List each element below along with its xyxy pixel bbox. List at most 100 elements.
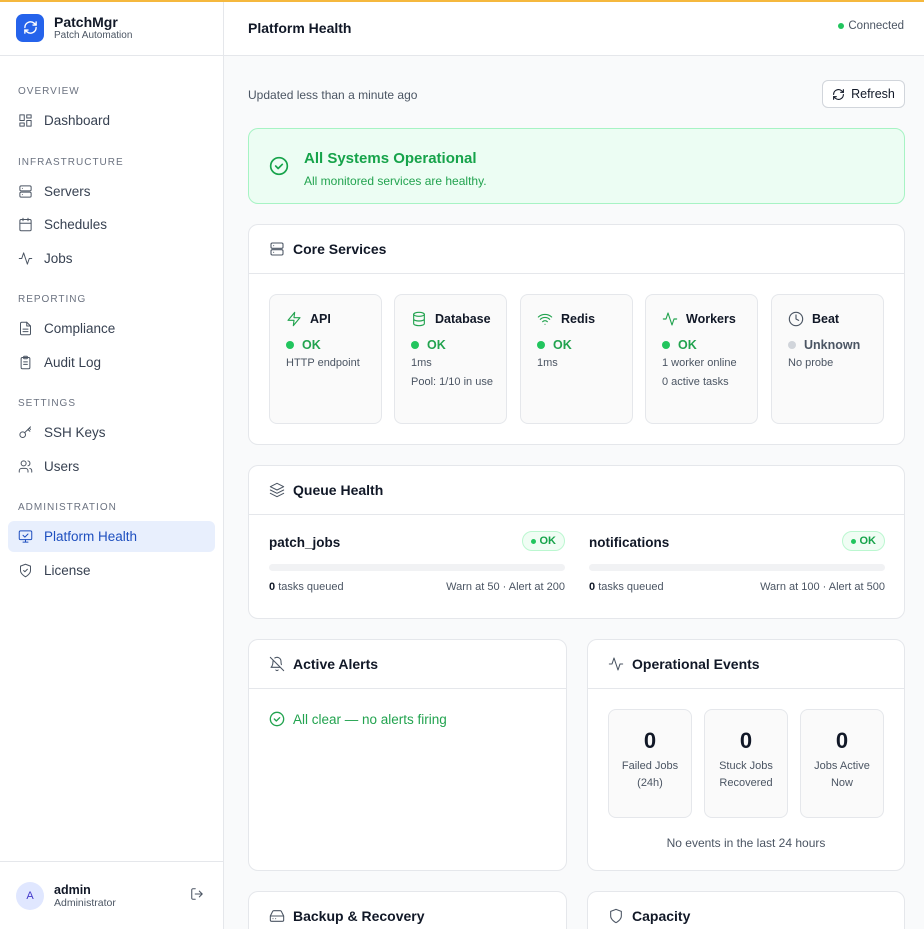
operational-events-header: Operational Events: [588, 640, 904, 689]
status-dot-icon: [838, 23, 845, 29]
refresh-label: Refresh: [851, 87, 895, 101]
service-card-redis: Redis OK 1ms: [520, 294, 633, 424]
operational-events-card: Operational Events 0 Failed Jobs (24h) 0…: [587, 639, 905, 871]
status-badge: OK: [841, 531, 885, 551]
check-circle-icon: [269, 156, 289, 176]
connection-status: Connected: [838, 20, 904, 32]
wifi-icon: [537, 313, 553, 325]
page-title: Platform Health: [248, 19, 352, 36]
queue-name: patch_jobs: [269, 535, 341, 550]
overall-status-subtitle: All monitored services are healthy.: [304, 174, 487, 188]
clipboard-list-icon: [20, 355, 31, 370]
key-icon: [19, 426, 31, 438]
sidebar-item-platform-health[interactable]: Platform Health: [8, 521, 215, 552]
sidebar-item-label: Servers: [44, 184, 91, 199]
calendar-icon: [19, 217, 32, 232]
capacity-header: Capacity: [588, 892, 904, 929]
sidebar-item-license[interactable]: License: [8, 555, 215, 586]
layers-icon: [269, 482, 285, 498]
queue-health-card: Queue Health patch_jobs OK 0 tasks queue…: [248, 465, 905, 619]
service-status: OK: [302, 338, 321, 352]
active-alerts-header: Active Alerts: [249, 640, 566, 689]
card-title: Active Alerts: [293, 656, 379, 672]
sidebar-item-users[interactable]: Users: [8, 451, 215, 482]
stat-active-jobs: 0 Jobs Active Now: [800, 709, 884, 818]
service-detail: No probe: [788, 357, 834, 369]
stat-value: 0: [643, 728, 657, 753]
status-dot-icon: [850, 538, 856, 544]
sidebar-item-audit-log[interactable]: Audit Log: [8, 347, 215, 378]
refresh-button[interactable]: Refresh: [822, 80, 905, 108]
file-text-icon: [20, 321, 31, 336]
backup-recovery-header: Backup & Recovery: [249, 892, 566, 929]
top-accent-bar: [0, 0, 924, 2]
service-card-beat: Beat Unknown No probe: [771, 294, 884, 424]
service-card-database: Database OK 1ms Pool: 1/10 in use: [394, 294, 507, 424]
database-icon: [413, 311, 425, 327]
layout-dashboard-icon: [19, 114, 32, 127]
last-updated-text: Updated less than a minute ago: [248, 88, 418, 102]
nav-section-settings: SETTINGS: [18, 398, 77, 409]
hard-drive-icon: [269, 910, 285, 922]
service-status: OK: [427, 338, 446, 352]
sidebar-item-label: SSH Keys: [44, 425, 106, 440]
activity-icon: [18, 252, 33, 265]
sidebar-item-dashboard[interactable]: Dashboard: [8, 105, 215, 136]
service-name: Database: [435, 312, 491, 326]
overall-status-title: All Systems Operational: [304, 150, 477, 167]
alerts-message: All clear — no alerts firing: [293, 711, 447, 727]
sidebar-item-schedules[interactable]: Schedules: [8, 209, 215, 240]
page-header: Platform Health Connected: [224, 0, 924, 56]
stat-label: Failed Jobs (24h): [621, 760, 679, 789]
service-name: Redis: [561, 312, 596, 326]
app-subtitle: Patch Automation: [54, 29, 133, 41]
status-dot-icon: [530, 538, 536, 544]
stat-value: 0: [835, 728, 849, 753]
logout-icon[interactable]: [190, 887, 204, 901]
queue-count-label: tasks queued: [278, 581, 344, 593]
card-title: Operational Events: [632, 656, 760, 672]
nav-section-administration: ADMINISTRATION: [18, 502, 117, 513]
service-detail: 1 worker online: [662, 357, 737, 369]
sidebar-item-jobs[interactable]: Jobs: [8, 243, 215, 274]
queue-progress-bar: [589, 564, 885, 571]
service-detail: Pool: 1/10 in use: [411, 376, 493, 388]
sidebar-item-label: Users: [44, 459, 80, 474]
badge-label: OK: [539, 535, 557, 547]
sidebar-item-ssh-keys[interactable]: SSH Keys: [8, 417, 215, 448]
refresh-cycle-logo-icon: [16, 13, 44, 42]
alerts-empty-state: All clear — no alerts firing: [269, 711, 447, 727]
sidebar: PatchMgr Patch Automation OVERVIEW Dashb…: [0, 0, 224, 929]
service-name: Workers: [686, 312, 736, 326]
server-icon: [270, 242, 284, 256]
stat-stuck-jobs: 0 Stuck Jobs Recovered: [704, 709, 788, 818]
refresh-icon: [833, 88, 845, 100]
queue-thresholds: Warn at 50 · Alert at 200: [446, 581, 565, 593]
service-status: Unknown: [804, 338, 861, 352]
sidebar-item-servers[interactable]: Servers: [8, 176, 215, 207]
sidebar-item-label: License: [44, 563, 91, 578]
status-dot-icon: [411, 341, 419, 349]
sidebar-item-label: Platform Health: [44, 529, 138, 544]
status-dot-icon: [537, 341, 545, 349]
user-role: Administrator: [54, 896, 116, 909]
sidebar-item-label: Audit Log: [44, 355, 102, 370]
server-icon: [19, 185, 32, 198]
backup-recovery-card: Backup & Recovery: [248, 891, 567, 929]
bell-off-icon: [269, 656, 285, 672]
sidebar-item-compliance[interactable]: Compliance: [8, 313, 215, 344]
service-detail: 1ms: [411, 357, 432, 369]
avatar[interactable]: A: [16, 881, 44, 910]
core-services-header: Core Services: [249, 225, 904, 274]
card-title: Backup & Recovery: [293, 908, 425, 924]
status-dot-icon: [788, 341, 796, 349]
brand[interactable]: PatchMgr Patch Automation: [0, 0, 223, 56]
queue-count: 0: [269, 581, 276, 593]
overall-status-banner: All Systems Operational All monitored se…: [248, 128, 905, 204]
sidebar-item-label: Schedules: [44, 217, 108, 232]
monitor-check-icon: [18, 530, 33, 543]
stat-value: 0: [739, 728, 753, 753]
sidebar-item-label: Dashboard: [44, 113, 111, 128]
connection-label: Connected: [848, 20, 904, 32]
service-status: OK: [678, 338, 697, 352]
